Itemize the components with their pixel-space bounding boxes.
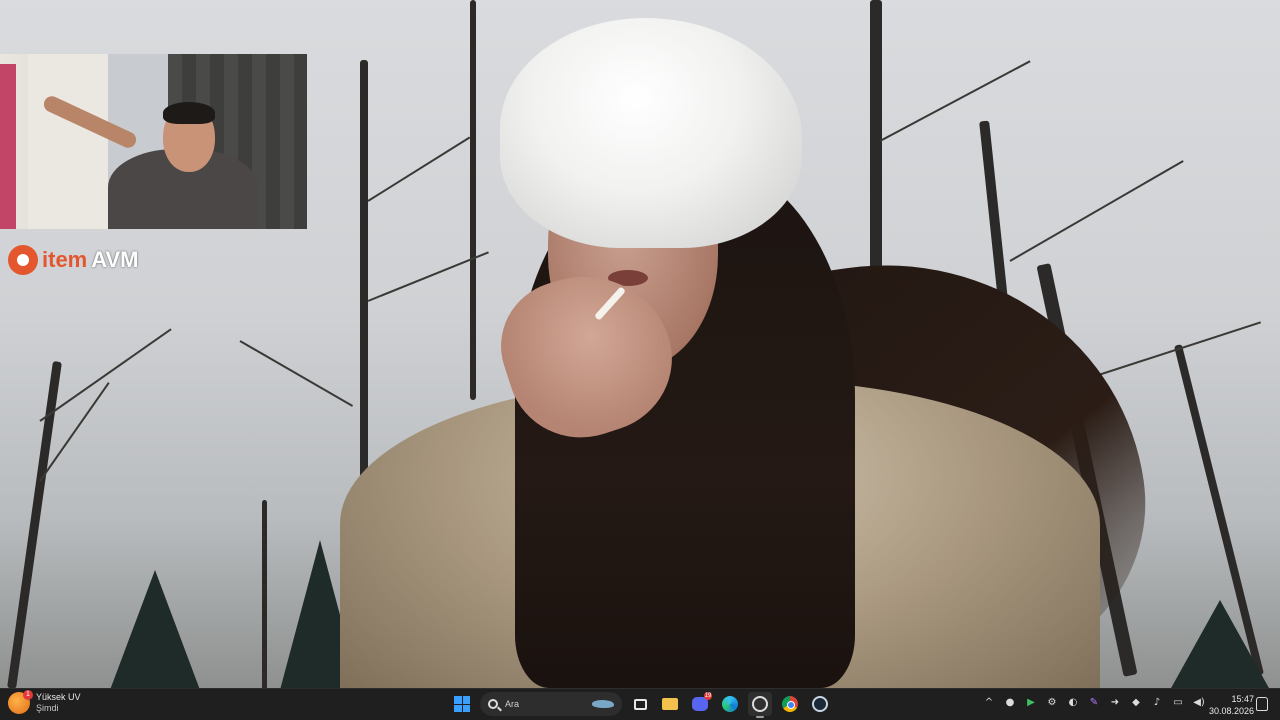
windows-logo-icon [454,696,470,712]
discord-badge: 19 [704,692,712,700]
webcam-overlay [0,54,307,229]
search-placeholder: Ara [505,699,520,709]
steam-button[interactable] [808,692,832,716]
discord-button[interactable]: 19 [688,692,712,716]
itemavm-logo: item AVM [8,242,139,278]
pen-icon[interactable]: ✎ [1087,695,1101,709]
file-explorer-button[interactable] [658,692,682,716]
taskbar: 1 Yüksek UV Şimdi Ara 19 ^ ● ▶ ⚙ ◐ ✎ ➜ ◆… [0,688,1280,720]
microphone-icon[interactable]: ♪ [1150,695,1164,709]
logo-text-suffix: AVM [91,247,139,272]
edge-icon [722,696,738,712]
widget-subtitle: Şimdi [36,703,59,713]
edge-button[interactable] [718,692,742,716]
start-button[interactable] [450,692,474,716]
game-controller-icon[interactable]: ● [1003,695,1017,709]
taskbar-clock[interactable]: 15:47 30.08.2026 [1209,693,1254,717]
search-highlight-icon [592,700,614,708]
system-tray: ^ ● ▶ ⚙ ◐ ✎ ➜ ◆ ♪ ▭ ◀) [982,695,1206,709]
settings-icon[interactable]: ⚙ [1045,695,1059,709]
notification-bell-icon[interactable] [1256,697,1268,711]
active-indicator [756,716,764,718]
arrow-icon[interactable]: ➜ [1108,695,1122,709]
obs-icon [752,696,768,712]
steam-tray-icon[interactable]: ◐ [1066,695,1080,709]
network-icon[interactable]: ▭ [1171,695,1185,709]
chrome-button[interactable] [778,692,802,716]
clock-time: 15:47 [1231,694,1255,704]
webcam-hair [163,102,215,124]
widget-title: Yüksek UV [36,692,81,702]
shield-icon[interactable]: ◆ [1129,695,1143,709]
volume-icon[interactable]: ◀) [1192,695,1206,709]
webcam-person-left [0,64,16,229]
chevron-up-icon[interactable]: ^ [982,695,996,709]
task-view-button[interactable] [628,692,652,716]
fur-hat [500,18,802,248]
chrome-icon [782,696,798,712]
clock-date: 30.08.2026 [1209,706,1255,716]
steam-icon [812,696,828,712]
desktop-wallpaper: item AVM [0,0,1280,688]
search-icon [488,699,498,709]
obs-button[interactable] [748,692,772,718]
sun-icon: 1 [8,690,33,714]
taskbar-apps: Ara 19 [450,692,832,718]
weather-widget[interactable]: 1 Yüksek UV Şimdi [8,690,81,714]
taskbar-search[interactable]: Ara [480,692,622,716]
logo-text-prefix: item [42,247,88,272]
folder-icon [662,698,678,710]
itemavm-mascot-icon [8,245,38,275]
widget-badge: 1 [23,690,33,700]
task-view-icon [633,698,647,710]
play-icon[interactable]: ▶ [1024,695,1038,709]
